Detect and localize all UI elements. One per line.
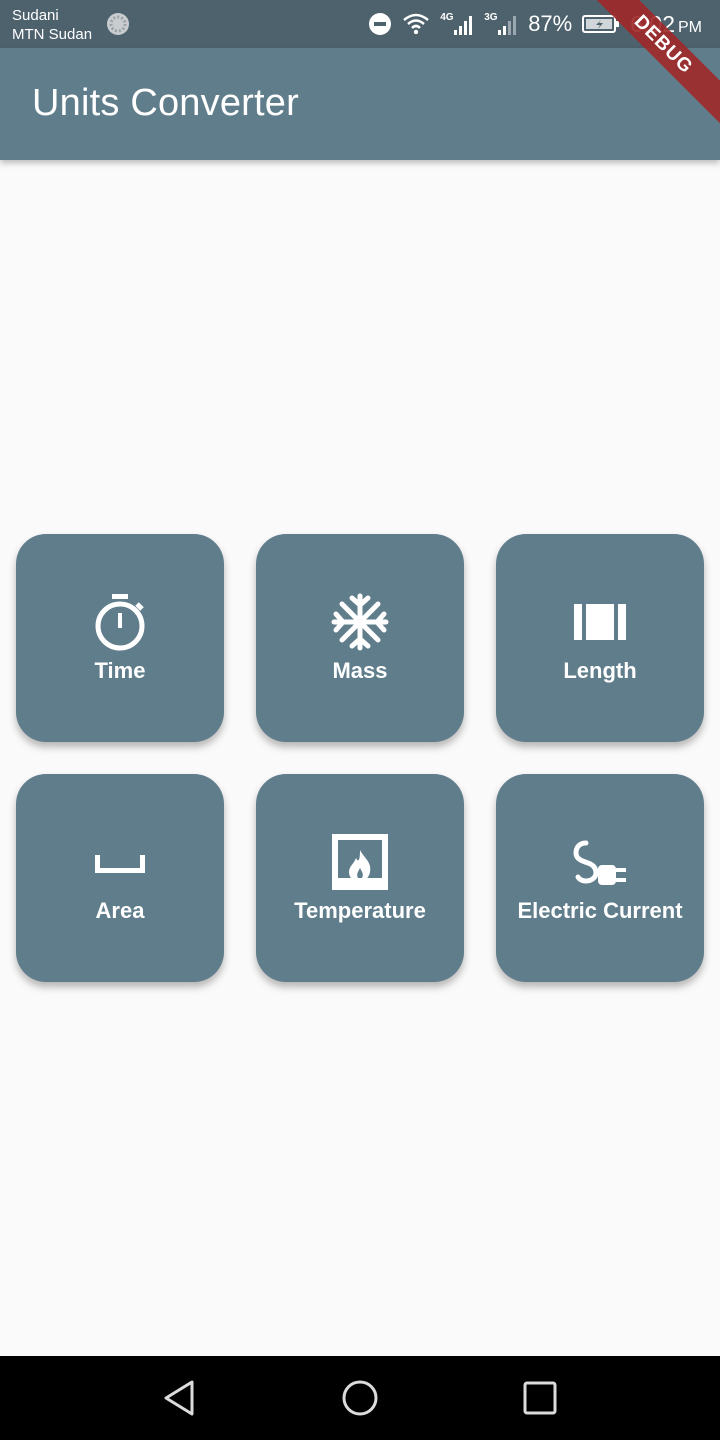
status-icons: 4G 3G 87% 6:02 PM [368,0,702,48]
timer-icon [90,592,150,652]
category-label: Mass [332,658,388,683]
category-label: Area [95,898,145,923]
page-title: Units Converter [32,82,299,124]
category-tile-temperature[interactable]: Temperature [256,774,464,982]
space-bar-icon [90,832,150,892]
recents-button[interactable] [520,1378,560,1418]
home-button[interactable] [340,1378,380,1418]
sync-icon [107,13,129,35]
category-tile-mass[interactable]: Mass [256,534,464,742]
carrier-info: Sudani MTN Sudan [12,6,92,44]
snowflake-icon [330,592,390,652]
carrier-name-1: Sudani [12,7,59,24]
back-button[interactable] [160,1378,200,1418]
app-bar: Units Converter [0,48,720,160]
clock-time: 6:02 [630,10,675,37]
battery-charging-icon [582,15,620,33]
category-label: Time [94,658,146,683]
category-tile-length[interactable]: Length [496,534,704,742]
category-label: Electric Current [517,898,683,923]
fireplace-icon [330,832,390,892]
clock: 6:02 PM [630,11,702,38]
navigation-bar [0,1356,720,1440]
signal-4g-icon: 4G [440,9,474,39]
clock-ampm: PM [678,18,702,36]
category-label: Temperature [294,898,426,923]
status-bar: Sudani MTN Sudan 4G 3G 87% 6:02 PM [0,0,720,48]
signal-3g-icon: 3G [484,9,518,39]
category-grid: Time Mass Length Area Temperature Electr… [16,534,704,982]
battery-percent: 87% [528,11,573,36]
do-not-disturb-icon [369,13,392,35]
category-tile-time[interactable]: Time [16,534,224,742]
category-label: Length [563,658,637,683]
carrier-name-2: MTN Sudan [12,26,93,43]
category-tile-electric-current[interactable]: Electric Current [496,774,704,982]
ruler-bars-icon [570,592,630,652]
power-plug-icon [570,832,630,892]
category-tile-area[interactable]: Area [16,774,224,982]
wifi-icon [403,13,429,35]
